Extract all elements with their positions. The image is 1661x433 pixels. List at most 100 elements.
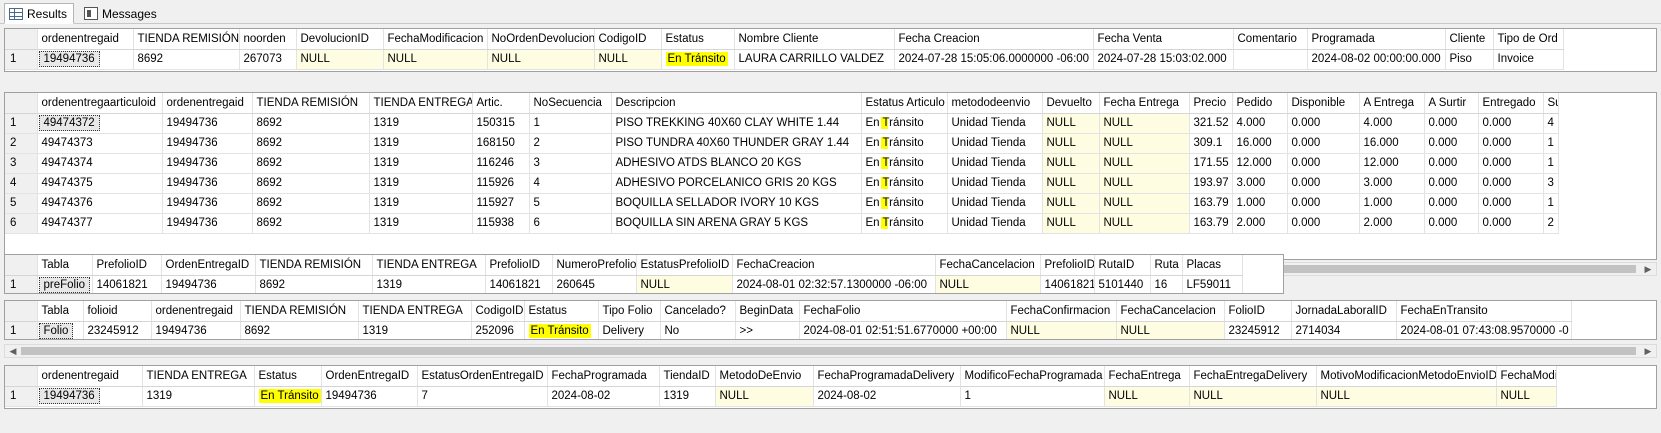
column-header[interactable]: FechaFolio [799, 301, 1007, 322]
grid-cell[interactable]: 49474375 [37, 173, 163, 194]
column-header[interactable]: FolioID [1224, 301, 1292, 322]
grid-cell[interactable]: 2024-08-02 [547, 386, 660, 407]
column-header[interactable] [5, 29, 38, 50]
column-header[interactable]: ordenentregaarticuloid [37, 93, 163, 114]
grid-cell[interactable]: 0.000 [1287, 133, 1360, 154]
grid-cell[interactable]: 19494736 [162, 113, 253, 134]
grid-cell[interactable]: 0.000 [1478, 133, 1544, 154]
grid-cell[interactable]: 1319 [659, 386, 716, 407]
grid-cell-status[interactable]: En Tránsito [861, 153, 948, 174]
grid-cell[interactable]: 16.000 [1232, 133, 1288, 154]
grid-cell[interactable]: 193.97 [1189, 173, 1233, 194]
grid-cell[interactable]: 252096 [471, 321, 525, 339]
row-number[interactable]: 3 [5, 153, 38, 174]
grid-cell[interactable]: 2714034 [1291, 321, 1397, 339]
grid-cell[interactable]: 1 [1543, 193, 1559, 214]
column-header[interactable]: Tabla [37, 301, 84, 322]
grid-cell-selected[interactable]: 19494736 [37, 49, 134, 70]
column-header[interactable]: RutaID [1094, 255, 1151, 276]
grid-cell[interactable]: Invoice [1493, 49, 1564, 70]
row-number[interactable]: 1 [5, 113, 38, 134]
grid-cell[interactable]: LF59011 [1182, 275, 1243, 293]
grid-cell[interactable]: PISO TREKKING 40X60 CLAY WHITE 1.44 [611, 113, 862, 134]
grid-cell[interactable]: 23245912 [83, 321, 152, 339]
row-number[interactable]: 1 [5, 321, 38, 339]
table-row[interactable]: 1 19494736 8692 267073 NULL NULL NULL NULL En Tr… [5, 49, 1564, 70]
column-header[interactable]: FechaProgramadaDelivery [813, 366, 961, 387]
column-header[interactable]: PrefolioID [1040, 255, 1095, 276]
grid-cell-selected[interactable]: Folio [37, 321, 84, 339]
column-header[interactable]: ordenentregaid [37, 29, 134, 50]
grid-cell[interactable]: 0.000 [1424, 113, 1479, 134]
grid-cell[interactable]: 3 [1543, 173, 1559, 194]
grid-cell[interactable]: ADHESIVO PORCELANICO GRIS 20 KGS [611, 173, 862, 194]
grid-cell[interactable]: NULL [383, 49, 488, 70]
column-header[interactable]: OrdenEntregaID [161, 255, 256, 276]
table-row[interactable]: 1 49474372 19494736 8692 1319 150315 1 PISO TRE… [5, 113, 1559, 134]
grid-cell[interactable]: 163.79 [1189, 213, 1233, 234]
grid-cell[interactable]: 16 [1150, 275, 1183, 293]
grid-cell[interactable]: NULL [594, 49, 662, 70]
row-number[interactable]: 1 [5, 49, 38, 70]
grid-cell[interactable]: 2024-08-02 [813, 386, 961, 407]
column-header[interactable]: FechaEnTransito [1396, 301, 1572, 322]
grid-cell[interactable]: 2024-08-01 02:32:57.1300000 -06:00 [732, 275, 936, 293]
grid-cell[interactable]: 115926 [472, 173, 530, 194]
grid-cell[interactable]: 0.000 [1478, 153, 1544, 174]
column-header[interactable]: FechaCancelacion [935, 255, 1041, 276]
column-header[interactable] [5, 93, 38, 114]
grid-cell[interactable]: NULL [1042, 213, 1100, 234]
grid-cell[interactable]: 19494736 [161, 275, 256, 293]
column-header[interactable]: FechaEntrega [1104, 366, 1190, 387]
column-header[interactable]: ordenentregaid [37, 366, 143, 387]
column-header[interactable]: Artic. [472, 93, 530, 114]
grid-cell[interactable]: 2024-08-02 00:00:00.000 [1307, 49, 1446, 70]
column-header[interactable]: Ruta [1150, 255, 1183, 276]
grid-cell[interactable]: 49474377 [37, 213, 163, 234]
grid-cell[interactable]: 150315 [472, 113, 530, 134]
grid-cell[interactable]: 0.000 [1287, 213, 1360, 234]
grid-cell[interactable]: 2.000 [1359, 213, 1425, 234]
table-row[interactable]: 2 49474373 19494736 8692 1319 168150 2 PISO TUN… [5, 133, 1559, 154]
grid-cell-status[interactable]: En Tránsito [661, 49, 735, 70]
column-header[interactable]: Pedido [1232, 93, 1288, 114]
grid-cell[interactable]: NULL [715, 386, 814, 407]
grid-cell[interactable]: NULL [1042, 193, 1100, 214]
column-header[interactable]: noorden [239, 29, 297, 50]
column-header[interactable]: BeginData [735, 301, 800, 322]
grid-cell[interactable]: Unidad Tienda [947, 173, 1043, 194]
grid-cell[interactable]: 2 [1543, 213, 1559, 234]
grid-cell[interactable]: Piso [1445, 49, 1494, 70]
grid-cell[interactable]: NULL [1042, 173, 1100, 194]
grid-cell[interactable]: BOQUILLA SELLADOR IVORY 10 KGS [611, 193, 862, 214]
column-header[interactable]: Descripcion [611, 93, 862, 114]
column-header[interactable]: FechaModifi [1496, 366, 1557, 387]
grid-cell[interactable]: 171.55 [1189, 153, 1233, 174]
grid-cell[interactable]: NULL [1042, 133, 1100, 154]
grid-cell[interactable]: Delivery [598, 321, 661, 339]
column-header[interactable]: Entregado [1478, 93, 1544, 114]
grid-cell[interactable]: 0.000 [1287, 113, 1360, 134]
row-number[interactable]: 4 [5, 173, 38, 194]
grid-cell[interactable]: 0.000 [1478, 193, 1544, 214]
column-header[interactable]: EstatusOrdenEntregaID [417, 366, 548, 387]
grid-cell[interactable]: Unidad Tienda [947, 133, 1043, 154]
column-header[interactable]: ModificoFechaProgramada [960, 366, 1105, 387]
column-header[interactable] [5, 255, 38, 276]
grid-cell[interactable]: NULL [1099, 113, 1190, 134]
column-header[interactable]: CodigoID [471, 301, 525, 322]
column-header[interactable]: A Surtir [1424, 93, 1479, 114]
grid-cell[interactable]: 4 [1543, 113, 1559, 134]
column-header[interactable]: MetodoDeEnvio [715, 366, 814, 387]
grid-cell[interactable]: 321.52 [1189, 113, 1233, 134]
column-header[interactable]: Disponible [1287, 93, 1360, 114]
grid-cell-status[interactable]: En Tránsito [861, 113, 948, 134]
column-header[interactable]: FechaCancelacion [1116, 301, 1225, 322]
column-header[interactable]: PrefolioID [92, 255, 162, 276]
grid-cell[interactable]: 49474374 [37, 153, 163, 174]
column-header[interactable]: DevolucionID [296, 29, 384, 50]
grid-cell[interactable]: 1319 [369, 113, 473, 134]
table-row[interactable]: 1 Folio 23245912 19494736 8692 1319 252096 En T… [5, 321, 1572, 339]
grid-cell[interactable]: 8692 [252, 153, 370, 174]
grid-cell[interactable]: 163.79 [1189, 193, 1233, 214]
